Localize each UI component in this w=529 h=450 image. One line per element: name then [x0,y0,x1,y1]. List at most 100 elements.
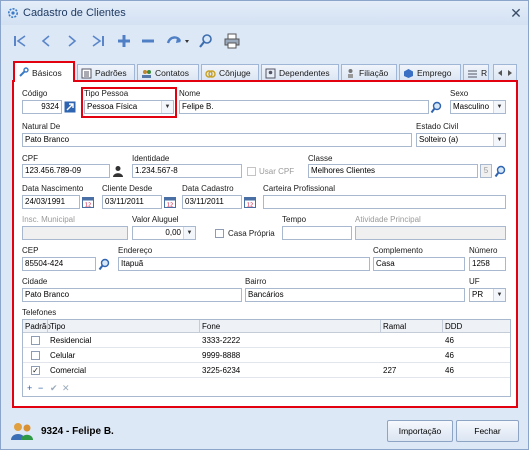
post-row-icon[interactable]: ✔ [50,383,58,394]
cpf-field[interactable]: 123.456.789-09 [22,164,110,178]
cell-ddd: 46 [445,366,454,375]
person-lookup-icon[interactable] [111,164,125,178]
open-record-icon[interactable] [63,100,77,114]
next-record-icon[interactable] [61,29,83,53]
carteira-profissional-field[interactable] [263,195,506,209]
complemento-field[interactable]: Casa [373,257,465,271]
chevron-down-icon[interactable]: ▼ [493,289,505,301]
cell-fone: 9999-8888 [202,351,241,360]
chevron-down-icon[interactable]: ▼ [493,134,505,146]
tab-overflow[interactable]: R [463,64,489,81]
cpf-label: CPF [22,154,38,163]
chevron-down-icon[interactable]: ▼ [183,227,195,239]
telefones-label: Telefones [22,308,57,317]
data-nascimento-label: Data Nascimento [22,184,84,193]
sexo-select[interactable]: Masculino ▼ [450,100,506,114]
valor-aluguel-label: Valor Aluguel [132,215,179,224]
endereco-field[interactable]: Itapuã [118,257,370,271]
casa-propria-checkbox[interactable] [215,229,224,238]
natural-de-field[interactable]: Pato Branco [22,133,412,147]
codigo-field[interactable]: 9324 [22,100,62,114]
chevron-down-icon[interactable]: ▼ [161,101,173,113]
search-nome-icon[interactable] [429,100,443,114]
tab-emprego[interactable]: Emprego [399,64,461,81]
tab-scroll-buttons[interactable] [493,64,517,81]
undo-icon[interactable] [163,29,193,53]
data-nascimento-field[interactable]: 24/03/1991 [22,195,80,209]
grid-navigator: + − ✔ ✕ [23,383,510,396]
uf-select[interactable]: PR ▼ [469,288,506,302]
cell-fone: 3225-6234 [202,366,241,375]
padrao-checkbox[interactable] [31,351,40,360]
numero-field[interactable]: 1258 [469,257,506,271]
bairro-field[interactable]: Bancários [245,288,465,302]
calendar-icon[interactable]: 12 [81,195,95,209]
table-row[interactable]: ✓ Comercial 3225-6234 227 46 [23,363,510,378]
first-record-icon[interactable] [9,29,31,53]
classe-field[interactable]: Melhores Clientes [308,164,478,178]
cell-tipo: Residencial [50,336,92,345]
tipo-pessoa-select[interactable]: Pessoa Física ▼ [84,100,174,114]
uf-value: PR [472,290,484,299]
search-cep-icon[interactable] [97,257,111,271]
chevron-down-icon[interactable]: ▼ [493,101,505,113]
grid-header: Padrão Tipo Fone Ramal DDD [23,320,510,333]
calendar-icon[interactable]: 12 [243,195,257,209]
tab-dependentes[interactable]: Dependentes [261,64,339,81]
cidade-field[interactable]: Pato Branco [22,288,242,302]
padrao-checkbox-checked[interactable]: ✓ [31,366,40,375]
valor-aluguel-field[interactable]: 0,00 ▼ [132,226,196,240]
insc-municipal-label: Insc. Municipal [22,215,75,224]
estado-civil-select[interactable]: Solteiro (a) ▼ [416,133,506,147]
close-window-icon[interactable]: ✕ [508,5,524,21]
classe-code: 5 [480,164,492,178]
tab-filiacao[interactable]: Filiação [341,64,397,81]
nome-field[interactable]: Felipe B. [179,100,429,114]
data-cadastro-field[interactable]: 03/11/2011 [182,195,242,209]
previous-record-icon[interactable] [35,29,57,53]
atividade-principal-label: Atividade Principal [355,215,421,224]
col-header-fone[interactable]: Fone [200,320,220,333]
table-row[interactable]: Celular 9999-8888 46 [23,348,510,363]
remove-row-icon[interactable]: − [38,383,43,393]
tab-conjuge[interactable]: Cônjuge [201,64,259,81]
usar-cpf-checkbox[interactable] [247,167,256,176]
tab-contatos[interactable]: Contatos [137,64,199,81]
tab-label: Contatos [155,68,190,78]
cliente-desde-field[interactable]: 03/11/2011 [102,195,162,209]
search-icon[interactable] [195,29,217,53]
person-icon [348,68,353,78]
tab-scroll-arrows-icon [498,70,512,76]
table-row[interactable]: Residencial 3333-2222 46 [23,333,510,348]
bairro-label: Bairro [245,277,267,286]
sexo-label: Sexo [450,89,469,98]
fechar-button[interactable]: Fechar [456,420,519,442]
identidade-field[interactable]: 1.234.567-8 [132,164,242,178]
remove-icon[interactable] [137,29,159,53]
col-header-tipo[interactable]: Tipo [48,320,65,333]
footer-name: Felipe B. [72,426,114,437]
tab-basicos[interactable]: Básicos [13,61,75,82]
identidade-label: Identidade [132,154,170,163]
app-gear-icon [8,8,18,18]
padrao-checkbox[interactable] [31,336,40,345]
dependents-icon [265,68,276,78]
print-icon[interactable] [221,29,243,53]
col-header-ddd[interactable]: DDD [443,320,462,333]
add-row-icon[interactable]: + [27,383,32,393]
numero-label: Número [469,246,498,255]
list-icon [468,70,477,77]
tab-padroes[interactable]: Padrões [77,64,135,81]
cep-field[interactable]: 85504-424 [22,257,96,271]
cancel-row-icon[interactable]: ✕ [62,383,70,394]
col-header-padrao[interactable]: Padrão [23,320,51,333]
last-record-icon[interactable] [87,29,109,53]
tempo-field[interactable] [282,226,352,240]
svg-text:12: 12 [85,203,91,209]
calendar-icon[interactable]: 12 [163,195,177,209]
search-classe-icon[interactable] [493,164,507,178]
add-icon[interactable] [113,29,135,53]
col-header-ramal[interactable]: Ramal [381,320,406,333]
importacao-button[interactable]: Importação [387,420,453,442]
classe-label: Classe [308,154,333,163]
